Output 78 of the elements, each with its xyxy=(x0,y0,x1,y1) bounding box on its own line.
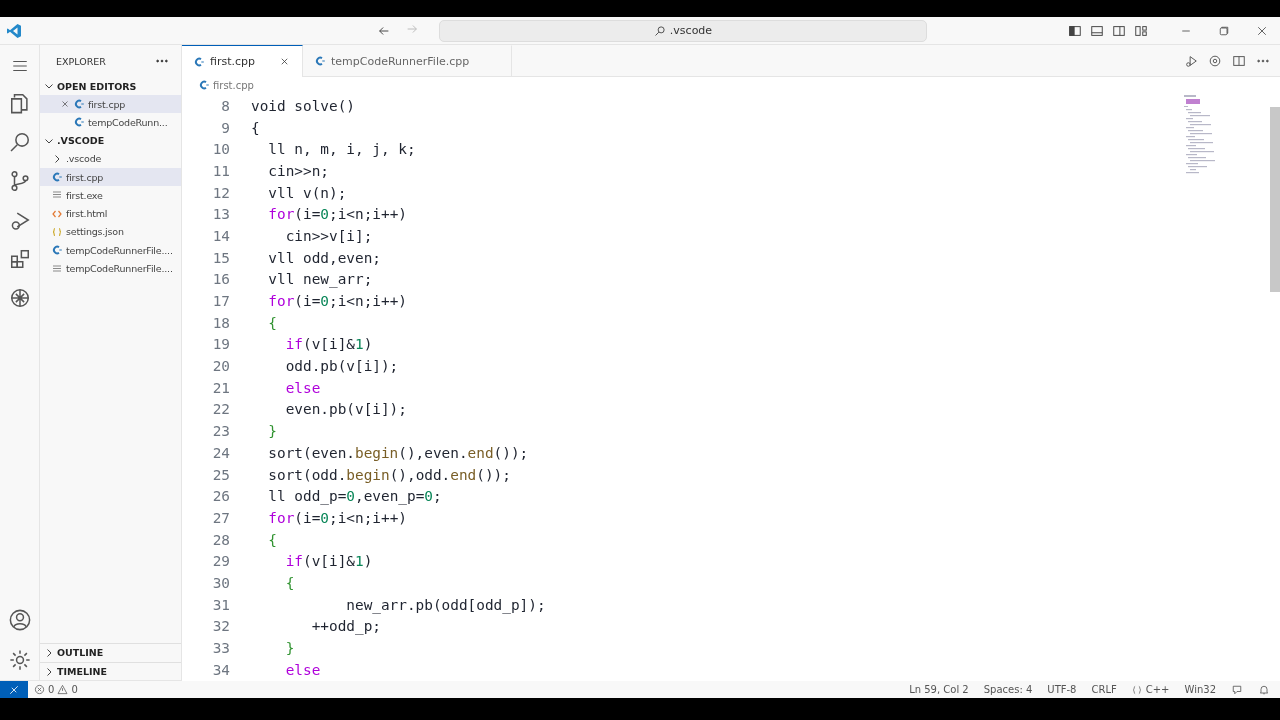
line-number: 17 xyxy=(211,293,230,310)
code-line: for(i=0;i<n;i++) xyxy=(267,293,407,310)
line-number: 11 xyxy=(211,162,230,179)
code-line: odd.pb(v[i]); xyxy=(284,358,399,375)
file-item[interactable]: first.exe xyxy=(40,186,181,205)
search-field[interactable]: .vscode xyxy=(439,19,927,42)
code-line: for(i=0;i<n;i++) xyxy=(267,206,407,223)
code-line: if(v[i]&1) xyxy=(284,553,373,570)
file-item[interactable]: tempCodeRunnerFile.... xyxy=(40,241,181,260)
language-mode[interactable]: C++ xyxy=(1131,684,1170,695)
code-line: new_arr.pb(odd[odd_p]); xyxy=(345,596,546,613)
line-number: 27 xyxy=(211,509,230,526)
code-line: cin>>n; xyxy=(267,162,329,179)
line-number: 19 xyxy=(211,336,230,353)
status-item[interactable]: Spaces: 4 xyxy=(983,684,1033,695)
line-number: 16 xyxy=(211,271,230,288)
line-number: 26 xyxy=(211,488,230,505)
line-number: 8 xyxy=(220,97,230,114)
line-number: 32 xyxy=(211,618,230,635)
line-number: 21 xyxy=(211,379,230,396)
code-line: ll n, m, i, j, k; xyxy=(267,141,416,158)
status-item[interactable]: UTF-8 xyxy=(1047,684,1077,695)
code-line: even.pb(v[i]); xyxy=(284,401,407,418)
code-line: for(i=0;i<n;i++) xyxy=(267,509,407,526)
code-line: { xyxy=(251,119,260,136)
code-line: } xyxy=(284,640,295,657)
error-count[interactable]: 0 xyxy=(48,684,55,695)
code-line: else xyxy=(284,661,321,678)
file-item[interactable]: settings.json xyxy=(40,222,181,242)
line-number: 31 xyxy=(211,596,230,613)
line-number: 29 xyxy=(211,553,230,570)
file-item[interactable]: tempCodeRunn... xyxy=(40,113,181,132)
line-number: 33 xyxy=(211,640,230,657)
line-number: 24 xyxy=(211,444,230,461)
code-line: else xyxy=(284,379,321,396)
section-header[interactable]: .VSCODE xyxy=(40,131,181,150)
editor-tab[interactable]: first.cpp xyxy=(182,45,303,77)
code-line: ll odd_p=0,even_p=0; xyxy=(267,488,442,505)
section-header[interactable]: OUTLINE xyxy=(40,642,181,662)
code-line: vll v(n); xyxy=(267,184,347,201)
line-number: 13 xyxy=(211,206,230,223)
code-line: vll new_arr; xyxy=(267,271,373,288)
code-line: if(v[i]&1) xyxy=(284,336,373,353)
line-number: 23 xyxy=(211,423,230,440)
code-line: { xyxy=(284,574,295,591)
line-number: 14 xyxy=(211,227,230,244)
status-item[interactable]: Win32 xyxy=(1184,684,1216,695)
code-line: { xyxy=(267,314,277,331)
code-line: } xyxy=(267,423,277,440)
file-item[interactable]: tempCodeRunnerFile.... xyxy=(40,259,181,278)
line-number: 15 xyxy=(211,249,230,266)
warning-count[interactable]: 0 xyxy=(71,684,78,695)
line-number: 25 xyxy=(211,466,230,483)
line-number: 34 xyxy=(211,661,230,678)
line-number: 10 xyxy=(211,141,230,158)
file-item[interactable]: first.html xyxy=(40,204,181,223)
code-line: vll odd,even; xyxy=(267,249,381,266)
file-item[interactable]: first.cpp xyxy=(40,167,181,187)
status-item[interactable]: Ln 59, Col 2 xyxy=(909,684,969,695)
breadcrumb[interactable]: first.cpp xyxy=(213,79,254,91)
line-number: 12 xyxy=(211,184,230,201)
code-line: sort(odd.begin(),odd.end()); xyxy=(267,466,511,483)
file-item[interactable]: .vscode xyxy=(40,149,181,168)
file-item[interactable]: first.cpp xyxy=(40,95,181,114)
code-line: void solve() xyxy=(251,97,355,114)
code-line: { xyxy=(267,531,277,548)
code-line: ++odd_p; xyxy=(310,618,381,635)
line-number: 18 xyxy=(211,314,230,331)
line-number: 22 xyxy=(211,401,230,418)
line-number: 28 xyxy=(211,531,230,548)
line-number: 20 xyxy=(211,358,230,375)
section-header[interactable]: OPEN EDITORS xyxy=(40,77,181,95)
code-line: sort(even.begin(),even.end()); xyxy=(267,444,529,461)
code-line: cin>>v[i]; xyxy=(284,227,373,244)
status-item[interactable]: CRLF xyxy=(1091,684,1117,695)
line-number: 9 xyxy=(220,119,230,136)
line-number: 30 xyxy=(211,574,230,591)
explorer-title: EXPLORER xyxy=(56,55,106,67)
